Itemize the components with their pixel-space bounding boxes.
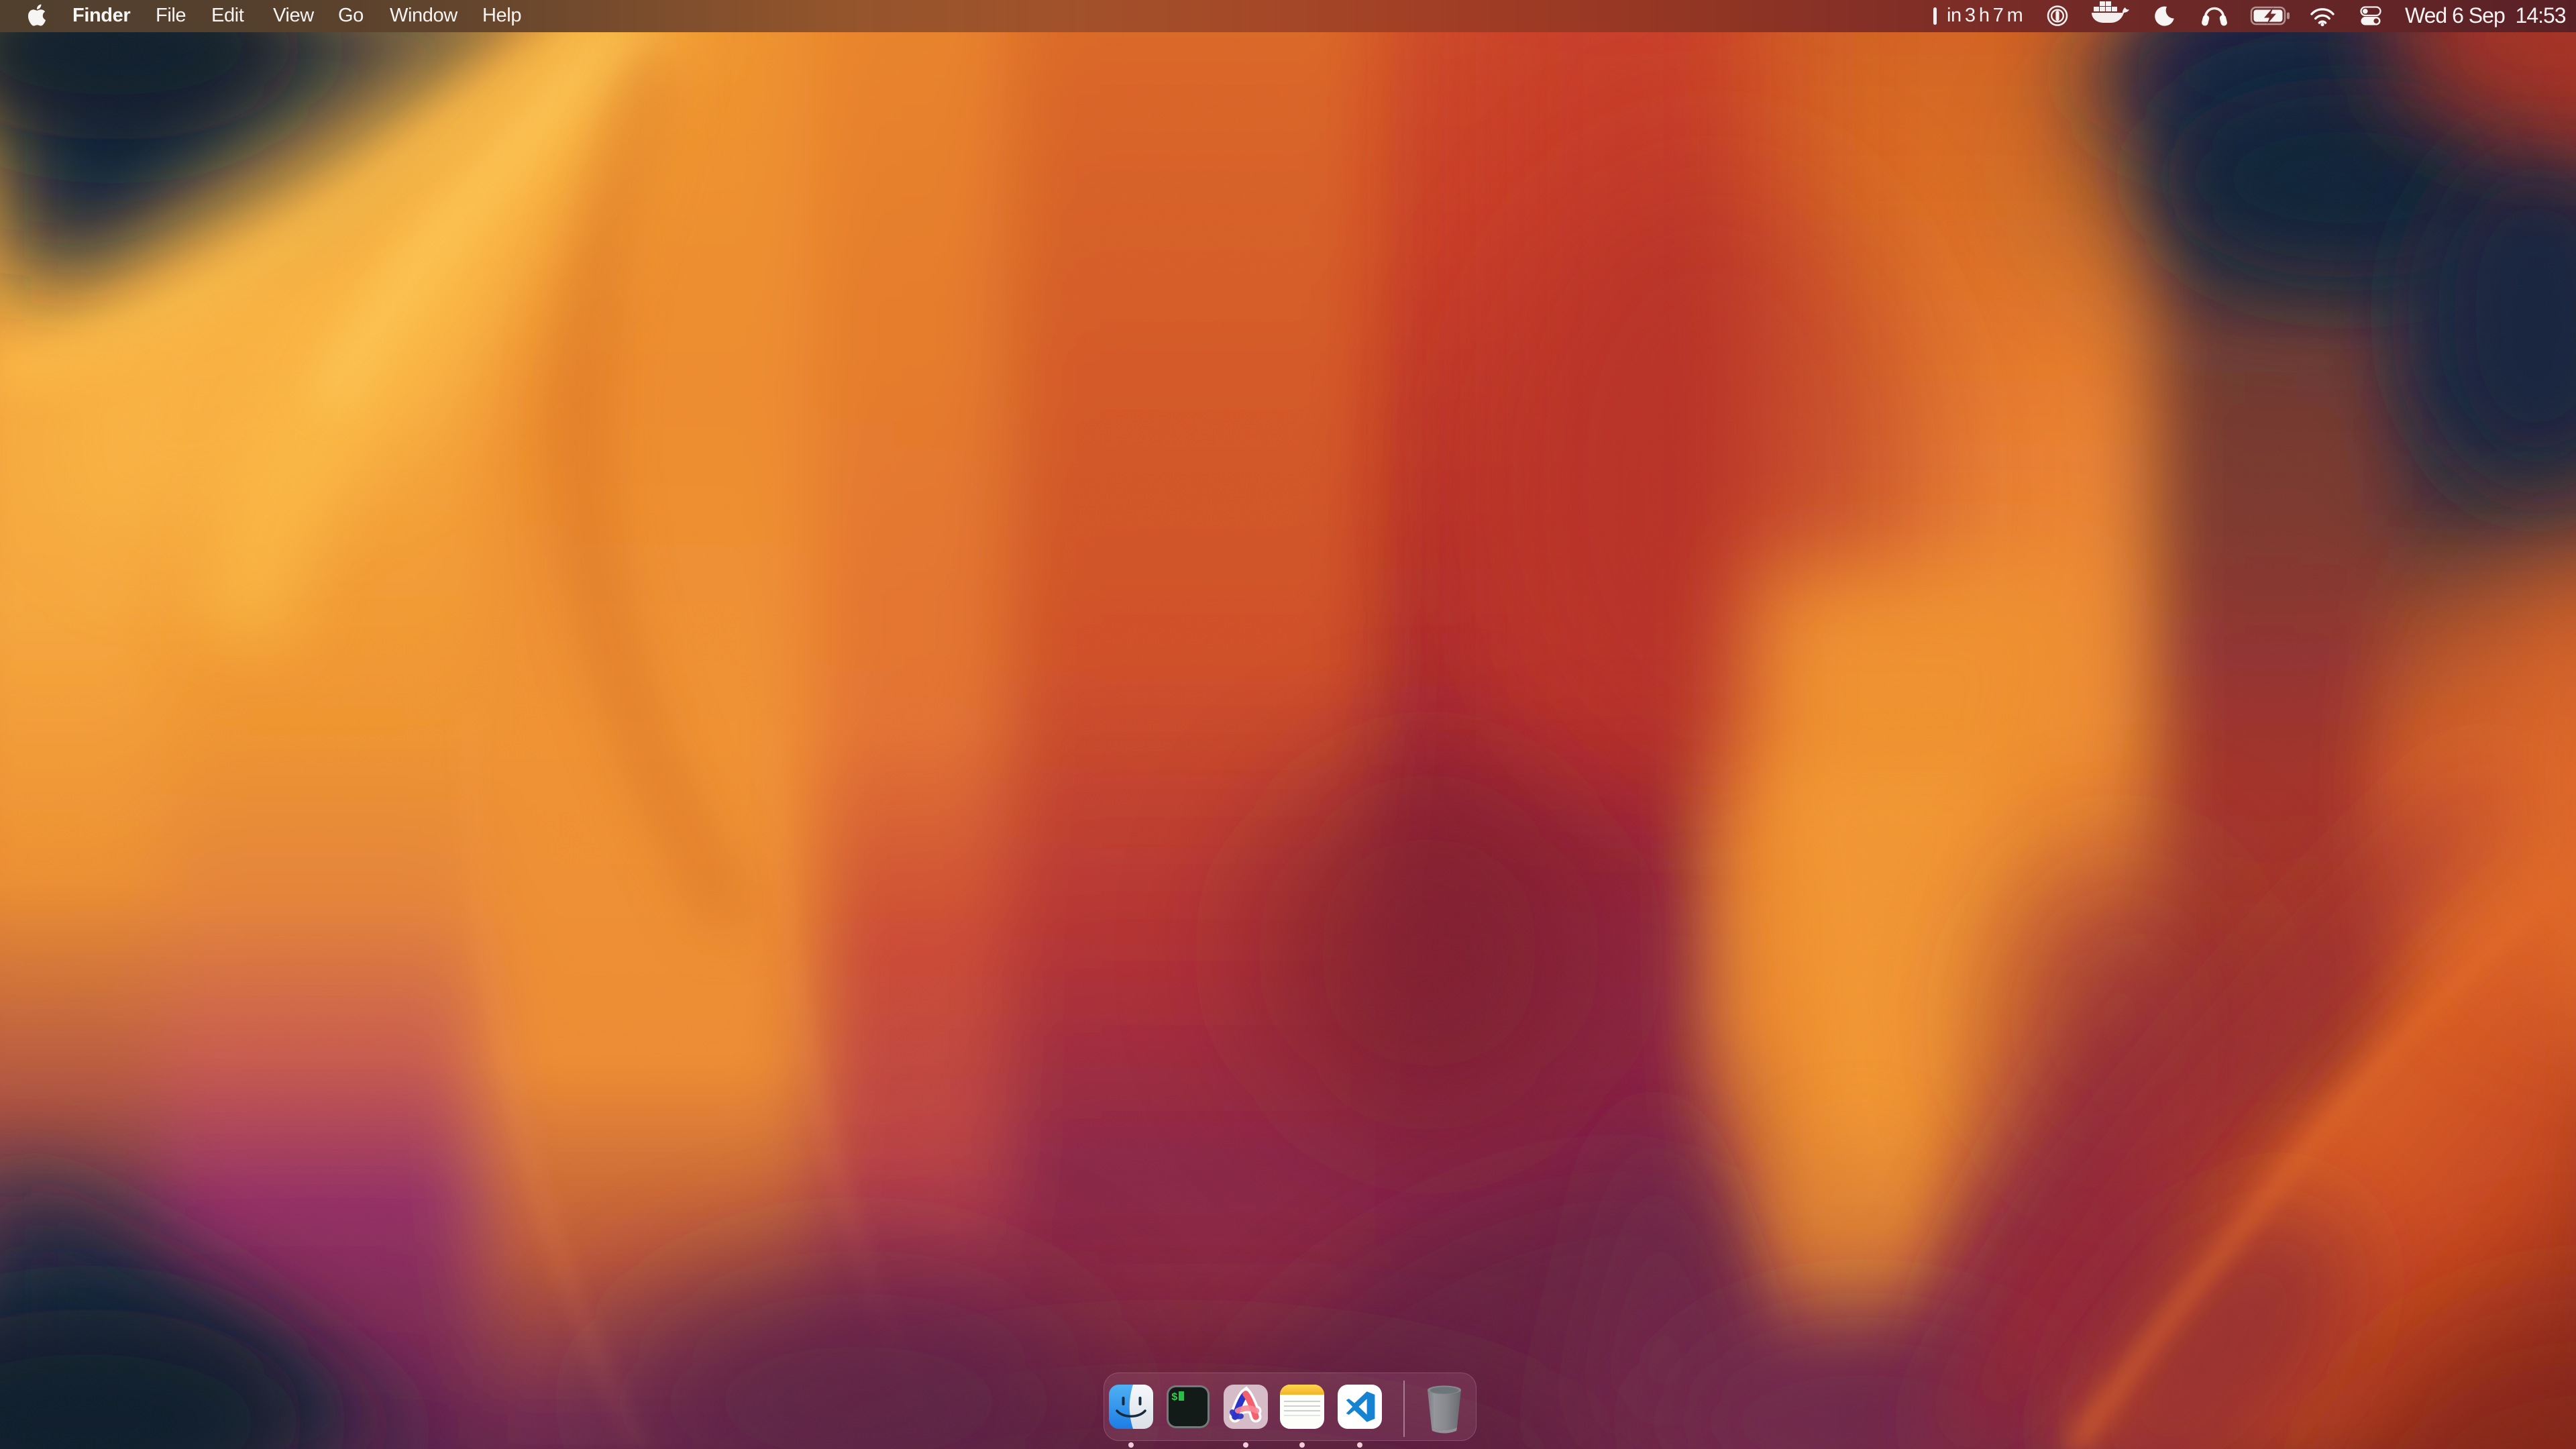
svg-text:$: $ [1171, 1391, 1178, 1403]
